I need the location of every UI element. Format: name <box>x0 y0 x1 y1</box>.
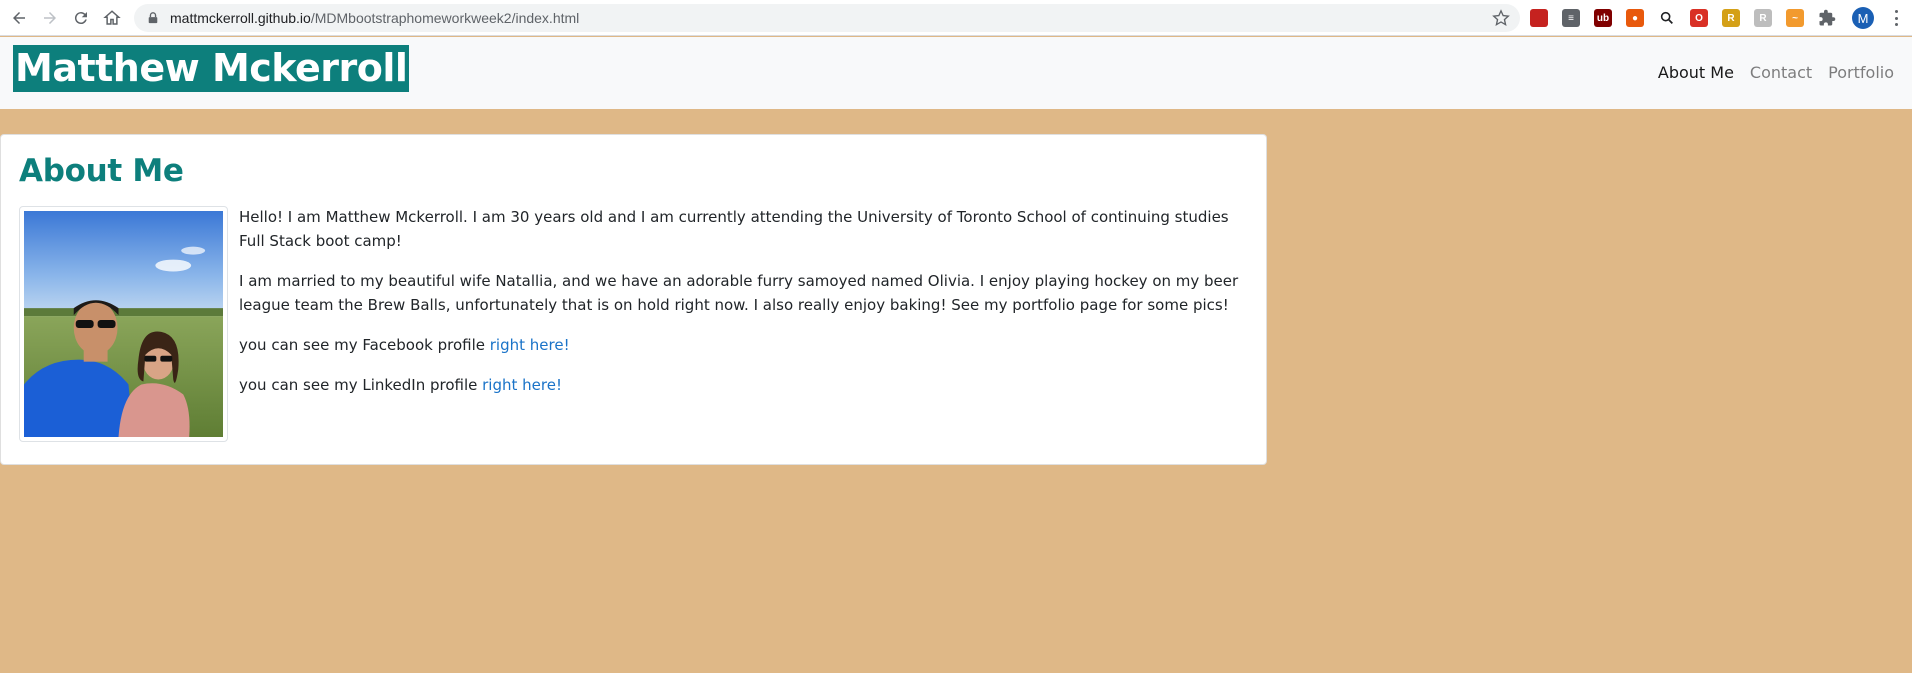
address-bar[interactable]: mattmckerroll.github.io/MDMbootstraphome… <box>134 4 1520 32</box>
honey-extension-icon[interactable]: R <box>1722 9 1740 27</box>
menu-kebab-icon[interactable] <box>1888 8 1904 28</box>
ublock-extension-icon[interactable]: ub <box>1594 9 1612 27</box>
bookmark-extension-icon[interactable] <box>1530 9 1548 27</box>
facebook-link[interactable]: right here! <box>490 336 570 354</box>
reload-icon[interactable] <box>69 6 93 30</box>
url-host: mattmckerroll.github.io <box>170 10 311 26</box>
nav-link-contact[interactable]: Contact <box>1750 63 1812 82</box>
lock-icon[interactable] <box>146 11 160 25</box>
grey-extension-icon[interactable]: R <box>1754 9 1772 27</box>
back-arrow-icon[interactable] <box>7 6 31 30</box>
wave-extension-icon[interactable]: ~ <box>1786 9 1804 27</box>
linkedin-line: you can see my LinkedIn profile right he… <box>239 373 1249 397</box>
puzzle-extensions-icon[interactable] <box>1818 9 1836 27</box>
profile-avatar[interactable]: M <box>1852 7 1874 29</box>
forward-arrow-icon[interactable] <box>38 6 62 30</box>
family-paragraph: I am married to my beautiful wife Natall… <box>239 272 1239 314</box>
about-title: About Me <box>19 153 184 189</box>
about-body: Hello! I am Matthew Mckerroll. I am 30 y… <box>239 205 1249 413</box>
facebook-prefix: you can see my Facebook profile <box>239 336 490 354</box>
url-path: /MDMbootstraphomeworkweek2/index.html <box>310 10 580 26</box>
linkedin-link[interactable]: right here! <box>482 376 562 394</box>
site-navbar: Matthew Mckerroll About Me Contact Portf… <box>0 37 1912 109</box>
intro-paragraph: Hello! I am Matthew Mckerroll. I am 30 y… <box>239 208 1229 250</box>
site-brand[interactable]: Matthew Mckerroll <box>13 45 410 92</box>
bookmark-star-icon[interactable] <box>1492 9 1510 27</box>
oc-extension-icon[interactable]: O <box>1690 9 1708 27</box>
facebook-line: you can see my Facebook profile right he… <box>239 333 1249 357</box>
linkedin-prefix: you can see my LinkedIn profile <box>239 376 483 394</box>
extensions-tray: ≡ ub ● O R R ~ <box>1530 6 1850 30</box>
home-icon[interactable] <box>100 6 124 30</box>
reader-extension-icon[interactable]: ≡ <box>1562 9 1580 27</box>
browser-toolbar: mattmckerroll.github.io/MDMbootstraphome… <box>0 0 1912 36</box>
profile-photo <box>19 206 228 442</box>
nav-link-about-me[interactable]: About Me <box>1658 63 1734 82</box>
selfie-photo-image <box>24 211 223 437</box>
url-text[interactable]: mattmckerroll.github.io/MDMbootstraphome… <box>170 10 579 26</box>
nav-links: About Me Contact Portfolio <box>1642 63 1894 82</box>
privacy-extension-icon[interactable]: ● <box>1626 9 1644 27</box>
nav-link-portfolio[interactable]: Portfolio <box>1828 63 1894 82</box>
about-card: About Me Hello! I am Matthew Mckerroll. … <box>0 134 1267 465</box>
search-extension-icon[interactable] <box>1658 9 1676 27</box>
